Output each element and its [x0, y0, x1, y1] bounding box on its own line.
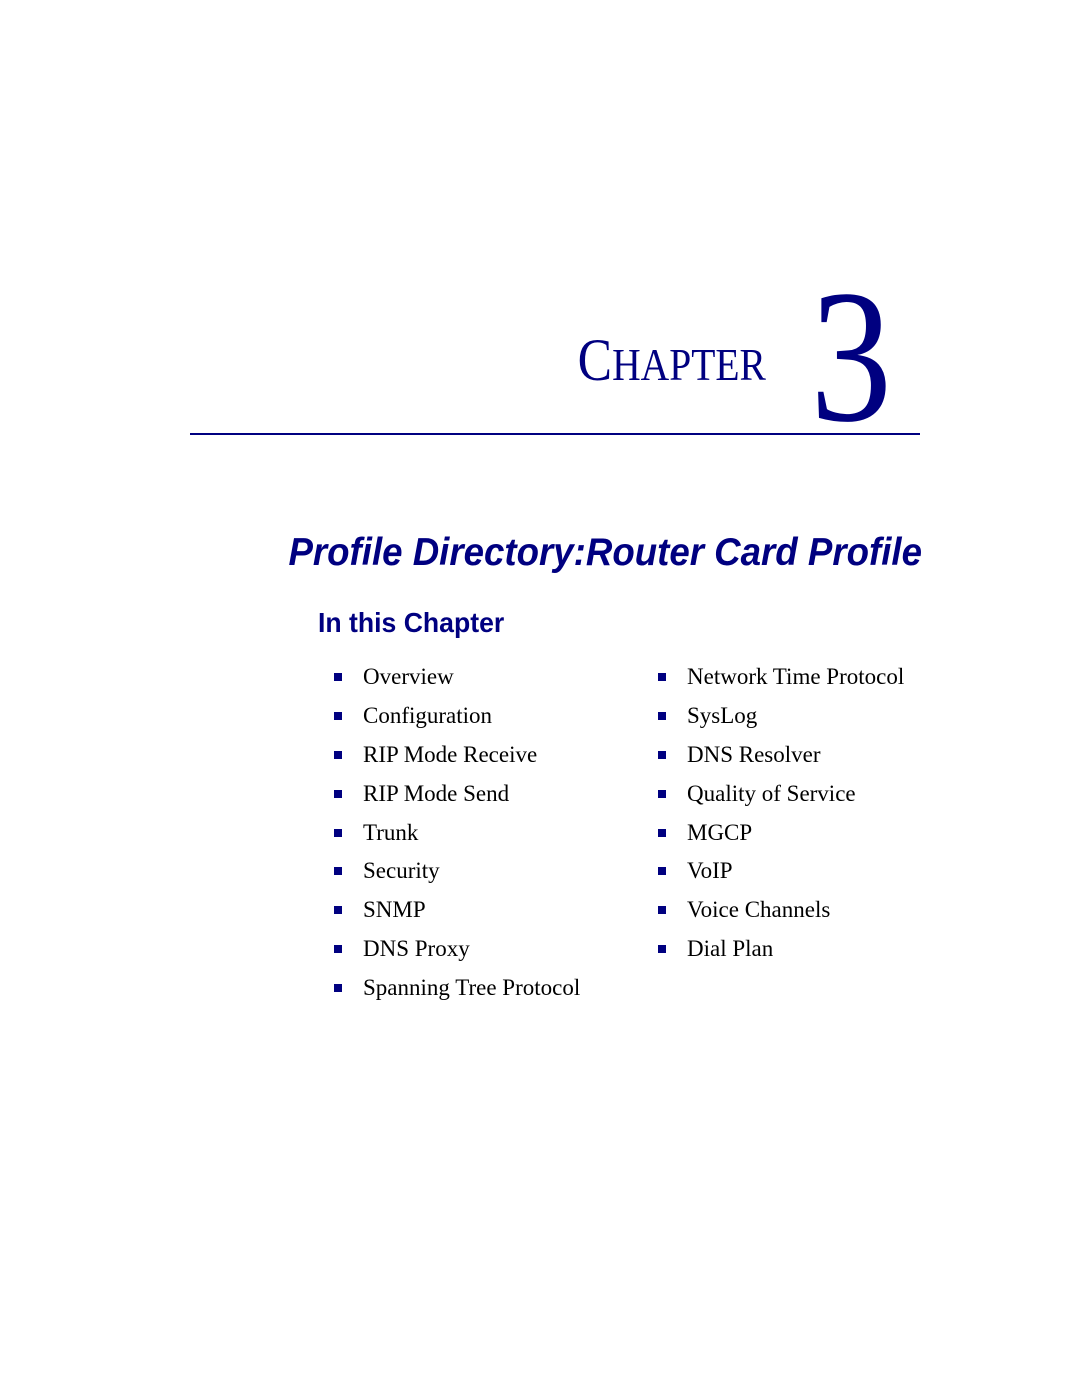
toc-list-right: Network Time Protocol SysLog DNS Resolve…	[658, 658, 904, 968]
toc-item[interactable]: SysLog	[658, 697, 904, 736]
chapter-number: 3	[810, 252, 892, 462]
toc-item[interactable]: Configuration	[334, 697, 580, 736]
toc-item[interactable]: DNS Proxy	[334, 930, 580, 969]
square-bullet-icon	[334, 789, 342, 798]
toc-item[interactable]: RIP Mode Receive	[334, 736, 580, 775]
toc-item-label: SNMP	[363, 897, 426, 923]
square-bullet-icon	[334, 673, 342, 682]
square-bullet-icon	[334, 750, 342, 759]
toc-item[interactable]: MGCP	[658, 813, 904, 852]
square-bullet-icon	[658, 712, 666, 721]
square-bullet-icon	[658, 673, 666, 682]
toc-item-label: Quality of Service	[687, 780, 856, 806]
toc-list-left: Overview Configuration RIP Mode Receive …	[334, 658, 580, 1007]
square-bullet-icon	[658, 867, 666, 876]
toc-item-label: VoIP	[687, 858, 733, 884]
toc-item-label: Voice Channels	[687, 897, 831, 923]
toc-item[interactable]: Network Time Protocol	[658, 658, 904, 697]
toc-item-label: Trunk	[363, 819, 419, 845]
square-bullet-icon	[334, 944, 342, 953]
toc-item-label: Security	[363, 858, 440, 884]
toc-item-label: MGCP	[687, 819, 753, 845]
square-bullet-icon	[658, 750, 666, 759]
toc-item[interactable]: SNMP	[334, 891, 580, 930]
toc-item-label: SysLog	[687, 703, 758, 729]
toc-item-label: RIP Mode Receive	[363, 741, 538, 767]
toc-item-label: DNS Resolver	[687, 741, 821, 767]
square-bullet-icon	[334, 867, 342, 876]
square-bullet-icon	[658, 944, 666, 953]
square-bullet-icon	[334, 983, 342, 992]
chapter-divider	[190, 433, 920, 435]
toc-item-label: Dial Plan	[687, 935, 774, 961]
chapter-label-rest: HAPTER	[612, 339, 766, 390]
square-bullet-icon	[658, 906, 666, 915]
toc-item[interactable]: RIP Mode Send	[334, 774, 580, 813]
square-bullet-icon	[334, 828, 342, 837]
square-bullet-icon	[334, 712, 342, 721]
square-bullet-icon	[334, 906, 342, 915]
square-bullet-icon	[658, 789, 666, 798]
toc-item-label: Spanning Tree Protocol	[363, 974, 581, 1000]
toc-item-label: Network Time Protocol	[687, 664, 905, 690]
toc-item-label: DNS Proxy	[363, 935, 470, 961]
toc-item[interactable]: Trunk	[334, 813, 580, 852]
toc-item[interactable]: VoIP	[658, 852, 904, 891]
toc-item-label: RIP Mode Send	[363, 780, 510, 806]
toc-item[interactable]: Security	[334, 852, 580, 891]
chapter-label: CHAPTER	[578, 330, 766, 395]
square-bullet-icon	[658, 828, 666, 837]
toc-item[interactable]: Overview	[334, 658, 580, 697]
toc-item[interactable]: Voice Channels	[658, 891, 904, 930]
toc-item[interactable]: Spanning Tree Protocol	[334, 968, 580, 1007]
toc-item[interactable]: Quality of Service	[658, 774, 904, 813]
toc-item[interactable]: Dial Plan	[658, 930, 904, 969]
toc-item[interactable]: DNS Resolver	[658, 736, 904, 775]
toc-item-label: Overview	[363, 664, 454, 690]
chapter-label-initial: C	[577, 327, 613, 393]
page-title: Profile Directory:Router Card Profile	[288, 531, 922, 574]
section-heading: In this Chapter	[318, 607, 505, 638]
toc-item-label: Configuration	[363, 703, 493, 729]
